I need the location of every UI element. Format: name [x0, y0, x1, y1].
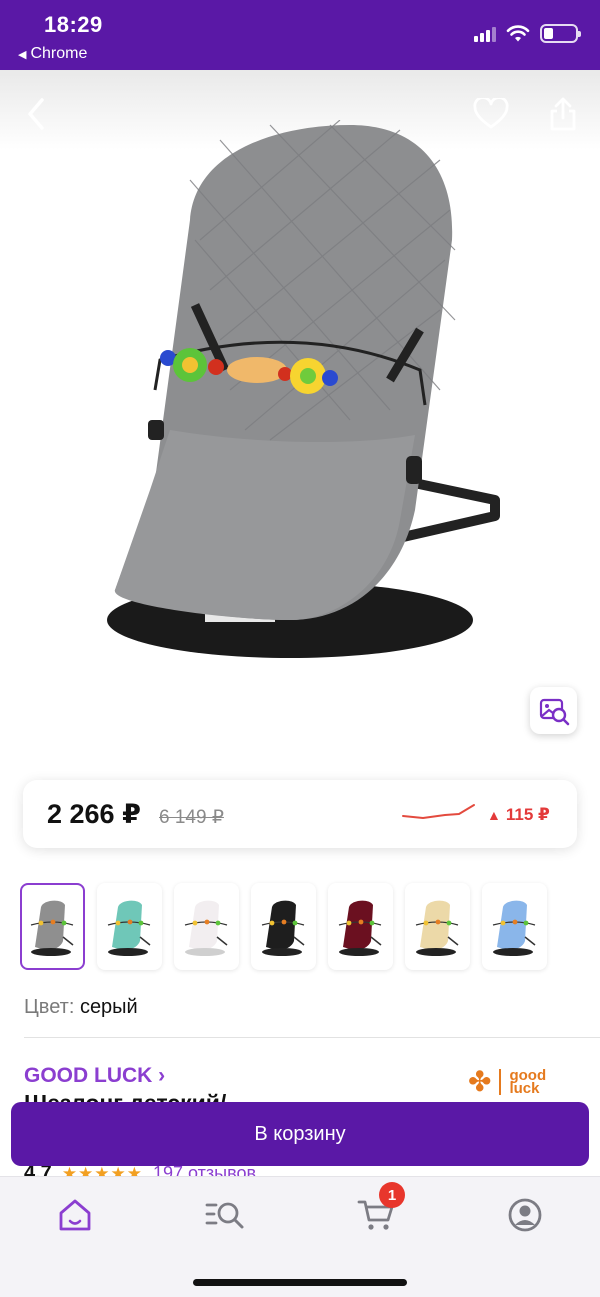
color-value: серый [79, 996, 138, 1018]
color-thumbnail[interactable] [328, 883, 393, 970]
thumbnail-bouncer-image [492, 900, 535, 956]
home-icon [59, 1199, 91, 1231]
share-icon [550, 97, 576, 131]
battery-icon [540, 24, 581, 43]
color-thumbnail[interactable] [174, 883, 239, 970]
status-time: 18:29 [44, 12, 103, 37]
thumbnail-bouncer-image [415, 900, 458, 956]
status-bar: 18:29 ◀ Chrome [0, 0, 600, 70]
tab-profile[interactable] [501, 1195, 549, 1235]
add-to-cart-button[interactable]: В корзину [11, 1102, 589, 1166]
color-selection: Цвет: серый [24, 996, 138, 1019]
baby-bouncer-image [107, 120, 500, 658]
back-app-label: Chrome [30, 45, 88, 62]
thumbnail-bouncer-image [107, 900, 150, 956]
home-indicator [193, 1279, 407, 1286]
clover-icon: ✤ [468, 1066, 492, 1097]
image-search-icon [539, 698, 569, 725]
thumbnail-bouncer-image [261, 900, 304, 956]
color-thumbnail[interactable] [251, 883, 316, 970]
back-triangle-icon: ◀ [18, 48, 27, 61]
color-variant-thumbnails [20, 883, 547, 970]
thumbnail-bouncer-image [338, 900, 381, 956]
price-delta-value: 115 ₽ [505, 805, 550, 824]
color-thumbnail[interactable] [20, 883, 85, 970]
brand-logo[interactable]: ✤ good luck [468, 1066, 546, 1097]
price-delta: ▲ 115 ₽ [487, 805, 550, 825]
product-image-gallery[interactable] [0, 70, 600, 756]
color-thumbnail[interactable] [405, 883, 470, 970]
tab-home[interactable] [51, 1195, 99, 1235]
brand-link[interactable]: GOOD LUCK › [24, 1064, 165, 1088]
catalog-search-icon [205, 1202, 244, 1229]
divider [24, 1037, 600, 1038]
tab-catalog[interactable] [201, 1195, 249, 1235]
image-search-button[interactable] [530, 687, 577, 734]
color-thumbnail[interactable] [97, 883, 162, 970]
tab-cart[interactable]: 1 [352, 1182, 405, 1235]
current-price: 2 266 ₽ [47, 799, 141, 829]
wifi-icon [506, 24, 530, 41]
back-button[interactable] [14, 92, 58, 136]
price-trend-chart [402, 804, 475, 819]
thumbnail-bouncer-image [184, 900, 227, 956]
chevron-left-icon [28, 98, 44, 130]
profile-icon [508, 1198, 542, 1232]
share-button[interactable] [541, 92, 585, 136]
old-price: 6 149 ₽ [159, 807, 224, 828]
back-to-app-link[interactable]: ◀ Chrome [18, 45, 87, 63]
color-label: Цвет: [24, 996, 75, 1018]
thumbnail-bouncer-image [30, 900, 73, 956]
price-up-arrow-icon: ▲ [487, 807, 501, 823]
status-icons [474, 24, 581, 43]
cart-count-badge: 1 [379, 1182, 405, 1208]
color-thumbnail[interactable] [482, 883, 547, 970]
cellular-signal-icon [474, 26, 496, 42]
price-card[interactable]: 2 266 ₽ 6 149 ₽ ▲ 115 ₽ [23, 780, 577, 848]
